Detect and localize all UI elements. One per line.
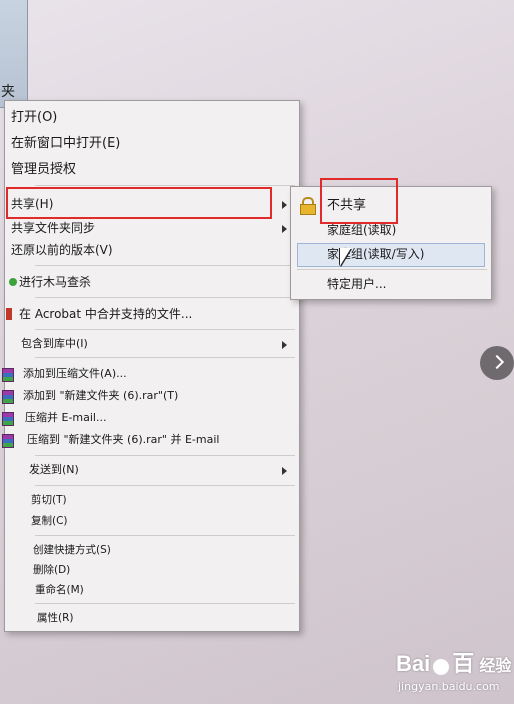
next-arrow-button[interactable] <box>480 346 514 380</box>
menu-item-label: 添加到 "新建文件夹 (6).rar"(T) <box>23 389 179 402</box>
menu-separator <box>35 455 295 456</box>
menu-item-cut[interactable]: 剪切(T) <box>5 489 299 511</box>
watermark-brand-cn: 百 <box>452 651 475 676</box>
menu-item-include-library[interactable]: 包含到库中(I) <box>5 333 299 355</box>
menu-item-label: 包含到库中(I) <box>21 337 88 350</box>
menu-item-create-shortcut[interactable]: 创建快捷方式(S) <box>5 539 299 561</box>
menu-item-label: 在 Acrobat 中合并支持的文件... <box>19 307 193 321</box>
menu-item-label: 复制(C) <box>31 515 68 527</box>
chevron-right-icon <box>282 467 287 475</box>
winrar-icon <box>2 434 14 448</box>
menu-item-admin-auth[interactable]: 管理员授权 <box>5 159 299 181</box>
menu-item-delete[interactable]: 删除(D) <box>5 559 299 581</box>
menu-item-open-new-window[interactable]: 在新窗口中打开(E) <box>5 133 299 155</box>
menu-item-copy[interactable]: 复制(C) <box>5 510 299 532</box>
watermark-url: jingyan.baidu.com <box>398 680 500 693</box>
context-menu: 打开(O) 在新窗口中打开(E) 管理员授权 共享(H) 共享文件夹同步 还原以… <box>2 100 300 632</box>
menu-item-label: 添加到压缩文件(A)... <box>23 367 127 380</box>
watermark-product: 经验 <box>479 656 512 675</box>
menu-separator <box>297 269 487 270</box>
menu-item-label: 重命名(M) <box>35 584 84 596</box>
paw-icon <box>433 658 450 675</box>
menu-item-send-to[interactable]: 发送到(N) <box>5 459 299 481</box>
menu-item-label: 共享文件夹同步 <box>11 221 96 235</box>
menu-separator <box>35 485 295 486</box>
mouse-cursor-icon <box>340 248 351 266</box>
winrar-icon <box>2 368 14 382</box>
submenu-item-specific-users[interactable]: 特定用户... <box>291 273 491 295</box>
menu-item-open[interactable]: 打开(O) <box>5 107 299 129</box>
menu-item-label: 创建快捷方式(S) <box>33 544 111 556</box>
menu-item-label: 特定用户... <box>327 277 387 291</box>
winrar-icon <box>2 412 14 426</box>
chevron-right-icon <box>282 341 287 349</box>
highlight-box-share <box>6 187 272 219</box>
menu-item-label: 在新窗口中打开(E) <box>11 136 121 151</box>
menu-item-rename[interactable]: 重命名(M) <box>5 579 299 601</box>
menu-item-label: 发送到(N) <box>29 463 79 476</box>
desktop-folder-icon[interactable]: 夹 <box>0 0 28 108</box>
menu-item-acrobat-merge[interactable]: 在 Acrobat 中合并支持的文件... <box>5 303 299 325</box>
shield-icon <box>9 278 17 286</box>
menu-separator <box>35 603 295 604</box>
menu-separator <box>35 265 295 266</box>
highlight-box-no-share <box>320 178 398 224</box>
menu-item-restore-versions[interactable]: 还原以前的版本(V) <box>5 239 299 261</box>
menu-item-label: 删除(D) <box>33 564 71 576</box>
watermark-brand: Bai <box>396 651 431 676</box>
winrar-icon <box>2 390 14 404</box>
menu-item-add-archive[interactable]: 添加到压缩文件(A)... <box>2 363 299 385</box>
acrobat-icon <box>6 308 12 320</box>
menu-item-compress-rar-email[interactable]: 压缩到 "新建文件夹 (6).rar" 并 E-mail <box>2 429 299 451</box>
menu-separator <box>35 329 295 330</box>
menu-separator <box>35 357 295 358</box>
menu-item-label: 压缩并 E-mail... <box>25 411 107 424</box>
menu-item-label: 属性(R) <box>37 612 74 624</box>
desktop-folder-label: 夹 <box>1 84 15 100</box>
menu-item-label: 压缩到 "新建文件夹 (6).rar" 并 E-mail <box>27 433 220 446</box>
menu-item-trojan-scan[interactable]: 进行木马查杀 <box>5 271 299 293</box>
menu-item-add-to-rar[interactable]: 添加到 "新建文件夹 (6).rar"(T) <box>2 385 299 407</box>
menu-item-properties[interactable]: 属性(R) <box>5 607 299 629</box>
menu-item-label: 打开(O) <box>11 110 58 125</box>
chevron-right-icon <box>282 201 287 209</box>
menu-separator <box>35 535 295 536</box>
menu-item-label: 管理员授权 <box>11 162 77 177</box>
menu-separator <box>35 185 295 186</box>
chevron-right-icon <box>282 225 287 233</box>
menu-separator <box>35 297 295 298</box>
submenu-item-homegroup-readwrite[interactable]: 家庭组(读取/写入) <box>291 243 491 265</box>
menu-item-label: 还原以前的版本(V) <box>11 243 113 257</box>
baidu-jingyan-watermark: Bai 百 经验 jingyan.baidu.com <box>396 646 512 693</box>
menu-item-label: 进行木马查杀 <box>19 275 92 289</box>
menu-item-share-sync[interactable]: 共享文件夹同步 <box>5 217 299 239</box>
menu-item-compress-email[interactable]: 压缩并 E-mail... <box>2 407 299 429</box>
menu-item-label: 剪切(T) <box>31 494 67 506</box>
